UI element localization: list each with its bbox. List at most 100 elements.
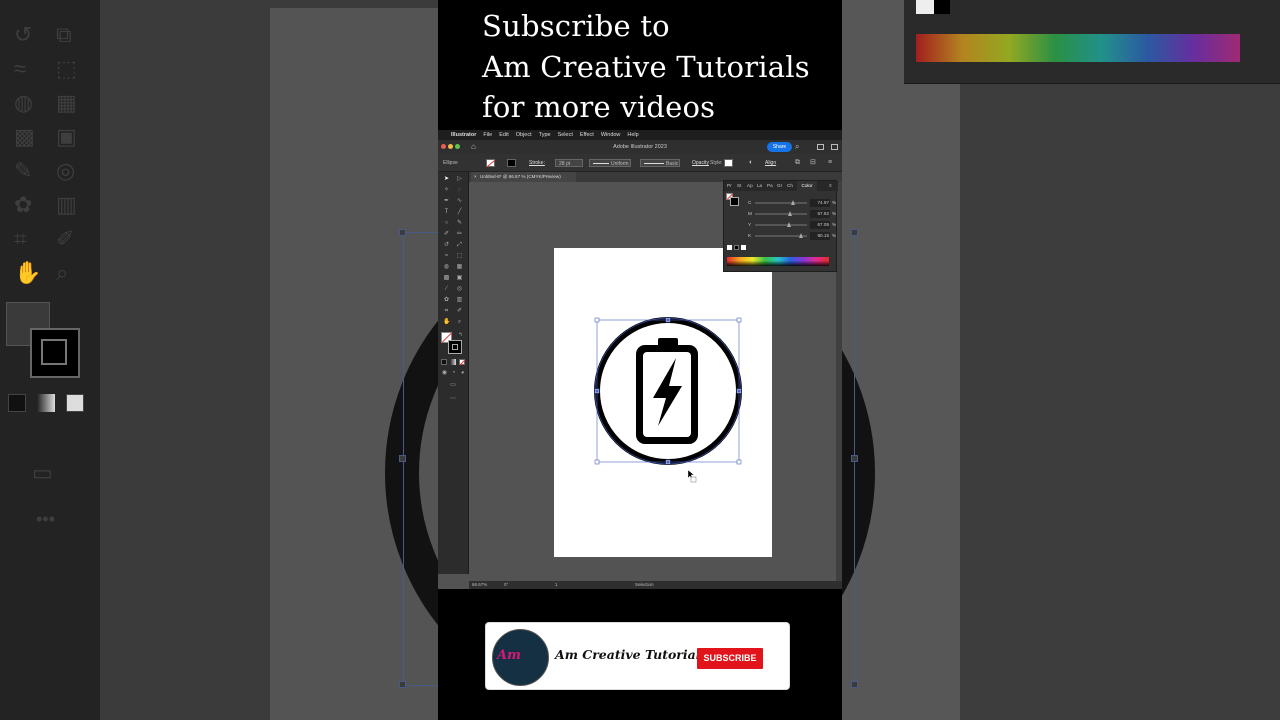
- arrange-icon[interactable]: [831, 144, 838, 150]
- artboard-tool-icon[interactable]: ⌗: [443, 308, 450, 314]
- hand-tool-icon[interactable]: ✋: [443, 319, 450, 325]
- workspace-icon[interactable]: [817, 144, 824, 150]
- selection-tool-icon[interactable]: ➤: [443, 176, 450, 182]
- fill-swatch[interactable]: [486, 159, 496, 168]
- close-icon[interactable]: ×: [474, 172, 477, 182]
- swap-colors-icon[interactable]: ↰: [457, 332, 464, 338]
- color-mode-button[interactable]: [441, 359, 447, 365]
- recolor-icon[interactable]: ◐: [749, 154, 753, 172]
- tab-properties[interactable]: Pr: [727, 181, 732, 191]
- shape-builder-tool-icon[interactable]: ◍: [443, 264, 450, 270]
- menu-effect[interactable]: Effect: [580, 130, 594, 140]
- color-spectrum[interactable]: [727, 257, 829, 266]
- panel-tabs: Pr St Ap La Pa Gr Ch Color ≡: [724, 181, 838, 191]
- none-swatch[interactable]: [727, 245, 732, 250]
- slider-knob[interactable]: [799, 233, 804, 238]
- screen-mode-icon[interactable]: ▭: [448, 382, 458, 388]
- battery-bolt-icon[interactable]: [554, 248, 772, 557]
- free-transform-tool-icon[interactable]: ⬚: [456, 253, 463, 259]
- paintbrush-tool-icon[interactable]: ✎: [456, 220, 463, 226]
- slider-knob[interactable]: [791, 200, 796, 205]
- draw-inside-icon[interactable]: ◕: [459, 370, 466, 376]
- center-column: Subscribe to Am Creative Tutorials for m…: [438, 0, 842, 720]
- document-tab[interactable]: × Untitled-8* @ 66.67 % (CMYK/Preview): [471, 172, 576, 182]
- tab-appearance[interactable]: Ap: [747, 181, 753, 191]
- variable-width-profile[interactable]: Uniform: [589, 159, 631, 167]
- stroke-swatch[interactable]: [507, 159, 516, 167]
- panel-menu-icon[interactable]: ≡: [829, 181, 832, 191]
- slider-magenta[interactable]: M 67.92 %: [724, 210, 838, 218]
- graphic-style-swatch[interactable]: [724, 159, 733, 167]
- bg-handle: [851, 455, 858, 462]
- channel-logo: Am: [492, 629, 549, 686]
- shaper-tool-icon[interactable]: ✐: [443, 231, 450, 237]
- scale-tool-icon[interactable]: ⤢: [456, 242, 463, 248]
- menu-window[interactable]: Window: [601, 130, 621, 140]
- line-tool-icon[interactable]: ╱: [456, 209, 463, 215]
- menu-help[interactable]: Help: [627, 130, 638, 140]
- menu-select[interactable]: Select: [558, 130, 573, 140]
- lasso-tool-icon[interactable]: ◌: [456, 187, 463, 193]
- brush-definition[interactable]: Basic: [640, 159, 680, 167]
- menu-edit[interactable]: Edit: [499, 130, 508, 140]
- menu-illustrator[interactable]: Illustrator: [451, 130, 476, 140]
- more-tools-icon[interactable]: ⋯: [448, 396, 458, 402]
- black-swatch[interactable]: [734, 245, 739, 250]
- pen-tool-icon[interactable]: ✒: [443, 198, 450, 204]
- menu-file[interactable]: File: [483, 130, 492, 140]
- opacity-label[interactable]: Opacity: [692, 154, 709, 172]
- stroke-label[interactable]: Stroke:: [529, 154, 545, 172]
- transform-icon[interactable]: ⧉: [795, 154, 800, 172]
- magic-wand-tool-icon[interactable]: ✧: [443, 187, 450, 193]
- type-tool-icon[interactable]: T: [443, 209, 450, 215]
- menu-icon[interactable]: ≡: [828, 154, 832, 172]
- tab-gradient[interactable]: Gr: [777, 181, 782, 191]
- tab-color[interactable]: Color: [797, 181, 817, 191]
- tab-pathfinder[interactable]: Pa: [767, 181, 773, 191]
- slider-black[interactable]: K 90.15 %: [724, 232, 838, 240]
- blend-tool-icon[interactable]: ◎: [456, 286, 463, 292]
- distribute-icon[interactable]: ⊟: [810, 154, 816, 172]
- tab-layers[interactable]: La: [757, 181, 762, 191]
- warp-tool-icon[interactable]: ≈: [443, 253, 450, 259]
- draw-behind-icon[interactable]: ◔: [450, 370, 457, 376]
- align-label[interactable]: Align: [765, 154, 776, 172]
- menu-type[interactable]: Type: [539, 130, 551, 140]
- tab-character[interactable]: Ch: [787, 181, 793, 191]
- white-swatch[interactable]: [741, 245, 746, 250]
- rotation-field[interactable]: 0°: [504, 581, 508, 589]
- ellipse-tool-icon[interactable]: ○: [443, 220, 450, 226]
- slice-tool-icon[interactable]: ✐: [456, 308, 463, 314]
- draw-normal-icon[interactable]: ◉: [441, 370, 448, 376]
- pencil-tool-icon[interactable]: ✏: [456, 231, 463, 237]
- slider-cyan[interactable]: C 74.97 %: [724, 199, 838, 207]
- mesh-tool-icon[interactable]: ▩: [443, 275, 450, 281]
- video-frame: ↺ ⧉ ≈ ⬚ ◍ ▦ ▩ ▣ ✎ ◎ ✿ ▥ ⌗ ✐ ✋ ⌕ ▭ ••• Su…: [0, 0, 1280, 720]
- share-button[interactable]: Share: [767, 142, 792, 152]
- stroke-color-box[interactable]: [448, 340, 462, 354]
- search-icon[interactable]: ⌕: [795, 141, 799, 153]
- promo-line-3: for more videos: [482, 90, 716, 124]
- artboard[interactable]: [554, 248, 772, 557]
- subscribe-button[interactable]: SUBSCRIBE: [697, 648, 763, 669]
- slider-knob[interactable]: [787, 211, 792, 216]
- bg-spectrum: [916, 34, 1240, 62]
- zoom-tool-icon[interactable]: ⌕: [456, 319, 463, 325]
- eyedropper-tool-icon[interactable]: ⁄: [443, 286, 450, 292]
- gradient-tool-icon[interactable]: ▣: [456, 275, 463, 281]
- symbol-sprayer-tool-icon[interactable]: ✿: [443, 297, 450, 303]
- slider-yellow[interactable]: Y 67.05 %: [724, 221, 838, 229]
- artboard-number-field[interactable]: 1: [555, 581, 558, 589]
- tab-stroke[interactable]: St: [737, 181, 741, 191]
- graph-tool-icon[interactable]: ▥: [456, 297, 463, 303]
- none-mode-button[interactable]: [459, 359, 466, 366]
- curvature-tool-icon[interactable]: ∿: [456, 198, 463, 204]
- menu-object[interactable]: Object: [516, 130, 532, 140]
- gradient-mode-button[interactable]: [450, 359, 456, 365]
- slider-knob[interactable]: [787, 222, 792, 227]
- perspective-grid-tool-icon[interactable]: ▦: [456, 264, 463, 270]
- stroke-weight-field[interactable]: 28 pt: [555, 159, 583, 167]
- zoom-field[interactable]: 66.67%: [472, 581, 487, 589]
- direct-selection-tool-icon[interactable]: ▷: [456, 176, 463, 182]
- rotate-tool-icon[interactable]: ↺: [443, 242, 450, 248]
